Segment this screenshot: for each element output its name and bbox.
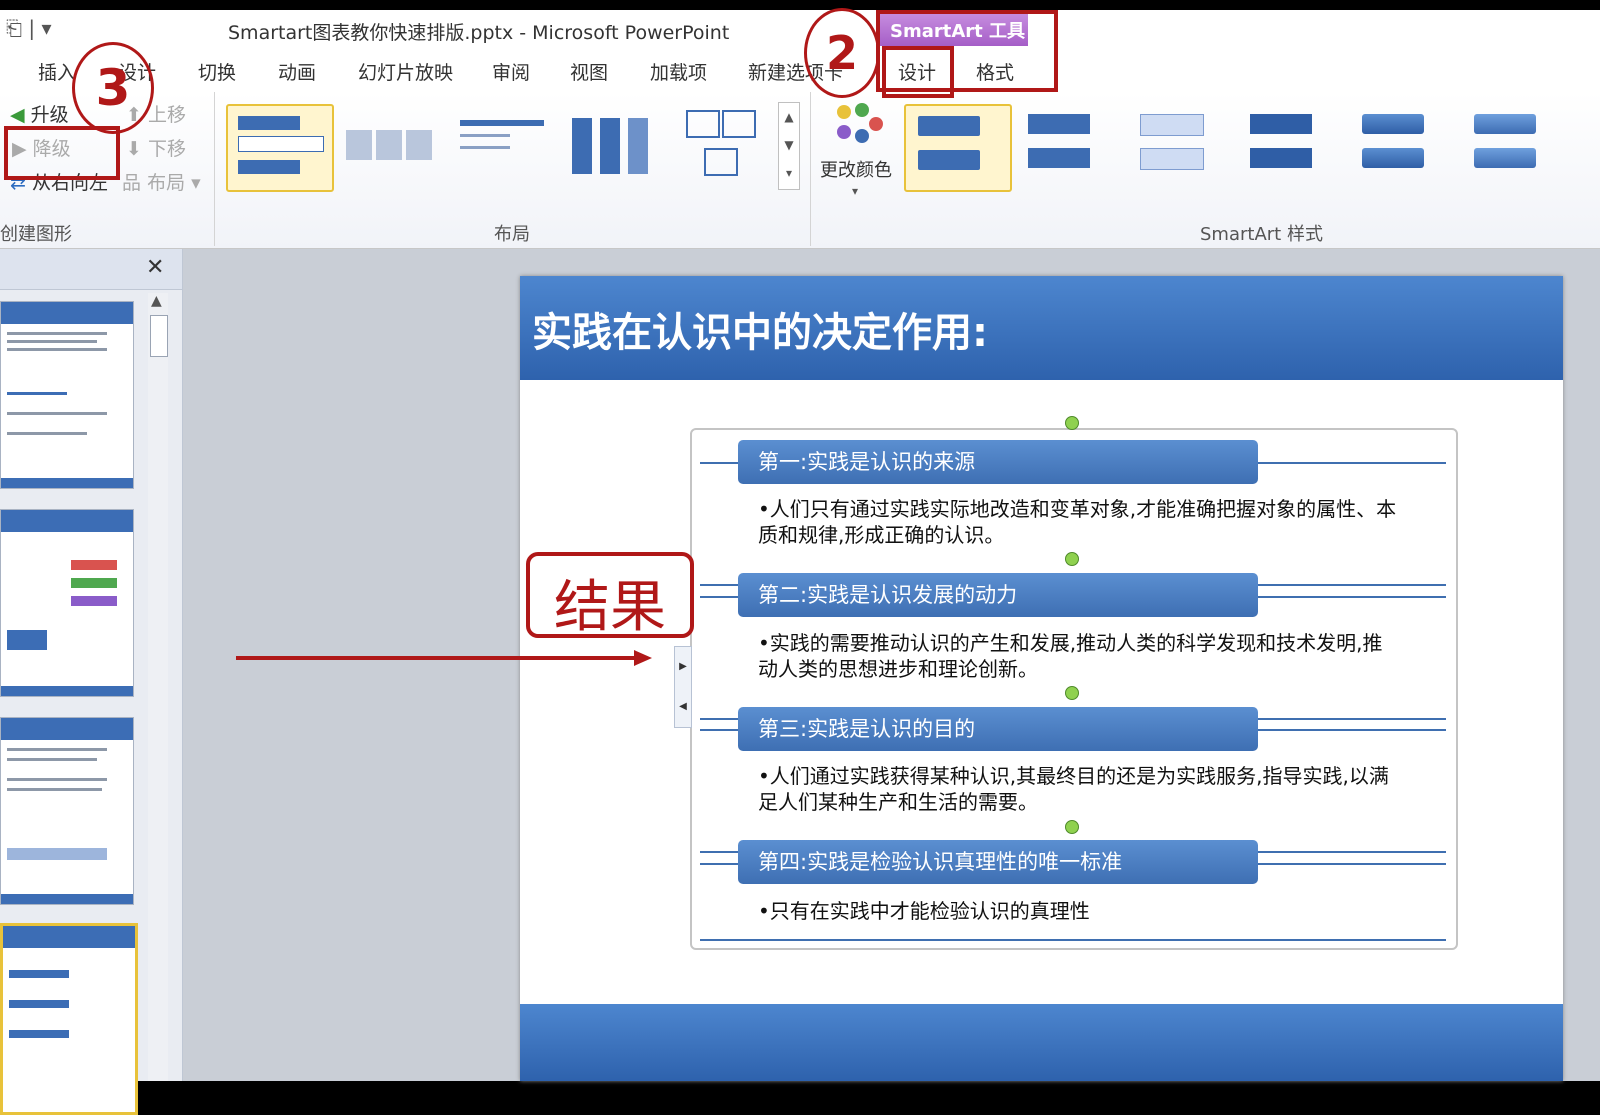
- style-gallery-item-4[interactable]: [1238, 104, 1342, 188]
- slide-thumbnail-3[interactable]: [0, 717, 134, 905]
- ribbon: ◀ 升级 ▶ 降级 ⇄ 从右向左 ⬆ 上移 ⬇ 下移 品 布局 ▾ 创建图形 ▲…: [0, 92, 1600, 249]
- move-down-button[interactable]: ⬇ 下移: [126, 134, 186, 161]
- annotation-step-3: 3: [72, 42, 154, 134]
- promote-arrow-icon: ◀: [10, 104, 25, 126]
- smartart-item-heading-4[interactable]: 第四:实践是检验认识真理性的唯一标准: [738, 840, 1258, 884]
- group-separator: [810, 92, 811, 246]
- tab-review[interactable]: 审阅: [492, 58, 530, 85]
- layout-gallery-item-5[interactable]: [676, 104, 780, 188]
- layout-group-label: 布局: [494, 224, 530, 245]
- layout-gallery-item-2[interactable]: [340, 104, 444, 188]
- group-separator: [214, 92, 215, 246]
- slide[interactable]: 实践在认识中的决定作用: ▶ ◀ 第一:实践是认识的来源 •人们只有通过实践实际地…: [520, 276, 1563, 1081]
- smartart-item-text-4[interactable]: •只有在实践中才能检验认识的真理性: [758, 898, 1398, 924]
- rotate-handle[interactable]: [1065, 820, 1079, 834]
- layout-dropdown-button[interactable]: 品 布局 ▾: [122, 168, 201, 195]
- slide-header-bar: 实践在认识中的决定作用:: [520, 276, 1563, 380]
- style-gallery-item-1[interactable]: [904, 104, 1012, 192]
- scroll-up-icon[interactable]: ▲: [151, 293, 162, 309]
- layout-gallery-item-4[interactable]: [562, 104, 666, 188]
- window-title: Smartart图表教你快速排版.pptx - Microsoft PowerP…: [228, 22, 730, 44]
- smartart-item-text-1[interactable]: •人们只有通过实践实际地改造和变革对象,才能准确把握对象的属性、本质和规律,形成…: [758, 496, 1398, 548]
- rotate-handle[interactable]: [1065, 686, 1079, 700]
- promote-button[interactable]: ◀ 升级: [10, 100, 69, 127]
- tab-addins[interactable]: 加载项: [650, 58, 707, 85]
- rotate-handle[interactable]: [1065, 416, 1079, 430]
- style-gallery-item-2[interactable]: [1016, 104, 1120, 188]
- create-graphic-group-label: 创建图形: [0, 224, 72, 245]
- style-gallery-item-3[interactable]: [1128, 104, 1232, 188]
- styles-group-label: SmartArt 样式: [1200, 224, 1323, 245]
- change-colors-label: 更改颜色: [820, 160, 892, 181]
- annotation-demote-box: [4, 126, 120, 180]
- slide-thumbnail-1[interactable]: [0, 301, 134, 489]
- slide-thumbnail-2[interactable]: [0, 509, 134, 697]
- slide-title[interactable]: 实践在认识中的决定作用:: [532, 300, 988, 358]
- close-icon[interactable]: ✕: [146, 255, 164, 280]
- slide-thumbnail-pane: ✕ ▲: [0, 249, 183, 1115]
- smartart-item-text-2[interactable]: •实践的需要推动认识的产生和发展,推动人类的科学发现和技术发明,推动人类的思想进…: [758, 630, 1398, 682]
- smartart-item-text-3[interactable]: •人们通过实践获得某种认识,其最终目的还是为实践服务,指导实践,以满足人们某种生…: [758, 763, 1398, 815]
- title-bar: ⎗ | ▾ Smartart图表教你快速排版.pptx - Microsoft …: [0, 10, 1600, 52]
- layout-gallery-item-3[interactable]: [452, 104, 556, 188]
- rotate-handle[interactable]: [1065, 552, 1079, 566]
- annotation-step-2: 2: [804, 8, 880, 98]
- slide-thumbnail-4-selected[interactable]: [0, 923, 138, 1115]
- layout-gallery-item-1[interactable]: [226, 104, 334, 192]
- tab-insert[interactable]: 插入: [38, 58, 76, 85]
- style-gallery-item-6[interactable]: [1462, 104, 1566, 188]
- slide-footer-bar: [520, 1004, 1563, 1081]
- tab-animations[interactable]: 动画: [278, 58, 316, 85]
- tab-view[interactable]: 视图: [570, 58, 608, 85]
- gallery-scroll[interactable]: ▲ ▼ ▾: [778, 102, 800, 190]
- change-colors-button[interactable]: 更改颜色 ▾: [820, 100, 900, 200]
- text-pane-toggle[interactable]: ▶ ◀: [674, 646, 692, 728]
- scroll-thumb[interactable]: [150, 315, 168, 357]
- annotation-design-tab-box: [882, 46, 954, 98]
- smartart-item-heading-1[interactable]: 第一:实践是认识的来源: [738, 440, 1258, 484]
- chevron-down-icon: ▾: [852, 184, 859, 198]
- smartart-item-heading-3[interactable]: 第三:实践是认识的目的: [738, 707, 1258, 751]
- tab-transitions[interactable]: 切换: [198, 58, 236, 85]
- org-chart-icon: 品: [122, 172, 142, 194]
- ribbon-tab-bar: 插入 设计 切换 动画 幻灯片放映 审阅 视图 加载项 新建选项卡 设计 格式: [0, 52, 1600, 94]
- annotation-result-label: 结果: [526, 552, 694, 640]
- style-gallery-item-5[interactable]: [1350, 104, 1454, 188]
- smartart-item-heading-2[interactable]: 第二:实践是认识发展的动力: [738, 573, 1258, 617]
- pane-tabs: ✕: [0, 249, 182, 290]
- color-palette-icon: [837, 103, 883, 143]
- thumbnail-scrollbar[interactable]: ▲: [148, 293, 168, 1081]
- tab-slideshow[interactable]: 幻灯片放映: [358, 58, 453, 85]
- annotation-arrow: [236, 650, 656, 666]
- quick-access-icon[interactable]: ⎗ | ▾: [6, 16, 52, 40]
- down-arrow-icon: ⬇: [126, 138, 142, 160]
